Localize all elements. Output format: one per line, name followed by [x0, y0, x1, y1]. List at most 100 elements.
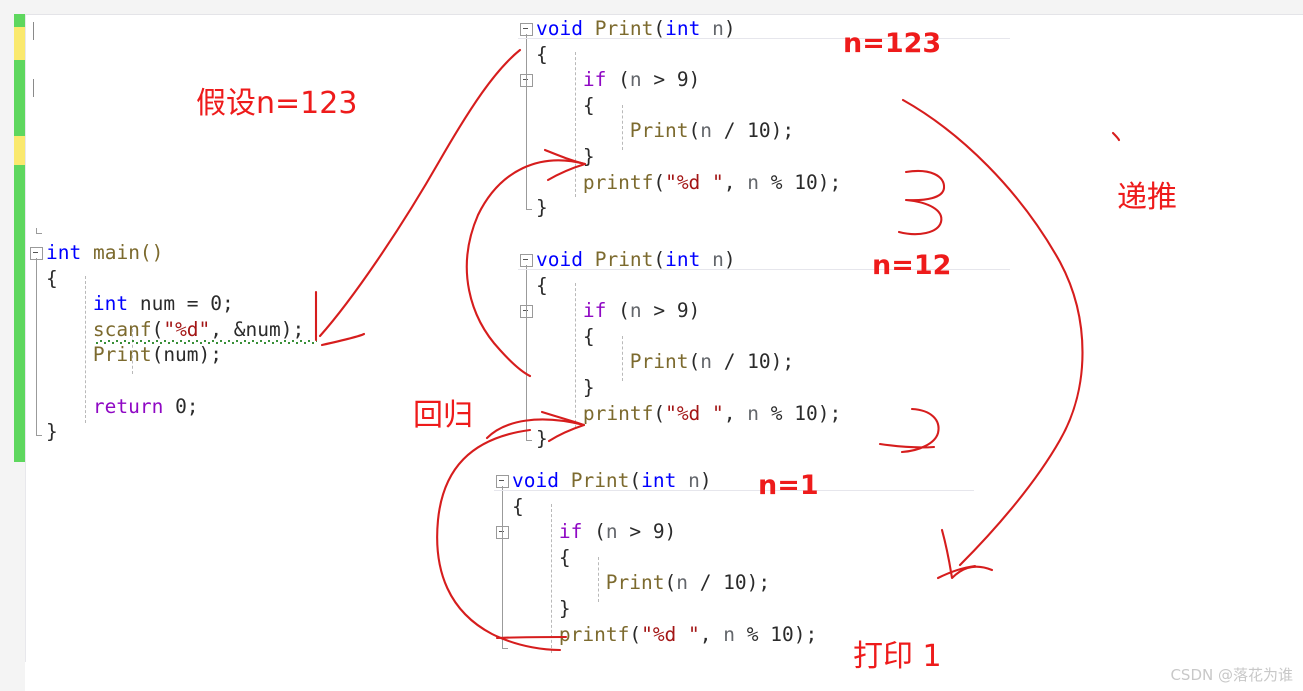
- change-bar-segment: [14, 60, 25, 120]
- text-caret-second: [33, 79, 34, 97]
- code-line[interactable]: }: [559, 596, 571, 622]
- code-line[interactable]: if (n > 9): [583, 298, 700, 324]
- code-token: if: [582, 68, 607, 92]
- code-line[interactable]: return 0;: [93, 394, 199, 420]
- code-token: }: [536, 196, 548, 220]
- code-token: % 10);: [759, 401, 842, 425]
- annotation-print-one: 打印 1: [853, 639, 942, 674]
- code-token: (: [653, 401, 666, 425]
- code-token: (: [606, 68, 630, 92]
- code-token: (num);: [151, 343, 223, 367]
- change-bar-segment: [14, 27, 25, 60]
- code-token: (: [664, 571, 677, 595]
- code-token: (: [629, 622, 642, 646]
- code-token: Print: [582, 17, 654, 40]
- code-line[interactable]: {: [559, 545, 571, 571]
- code-token: }: [558, 597, 571, 620]
- code-line[interactable]: }: [536, 426, 548, 452]
- indent-guide: [502, 486, 503, 648]
- code-token: / 10);: [687, 571, 771, 595]
- code-line[interactable]: printf("%d ", n % 10);: [583, 170, 841, 196]
- code-token: (: [606, 299, 630, 323]
- change-bar-segment: [14, 14, 25, 27]
- annotation-return: 回归: [413, 398, 473, 433]
- function-separator-line: [494, 489, 974, 491]
- code-line[interactable]: printf("%d ", n % 10);: [583, 401, 841, 427]
- change-bar-segment: [14, 136, 25, 165]
- code-token: "%d ": [665, 170, 724, 194]
- code-line[interactable]: int num = 0;: [93, 291, 234, 317]
- screenshot-root: int main(){int num = 0; scanf("%d", &num)…: [0, 0, 1303, 691]
- code-line[interactable]: Print(num);: [93, 342, 222, 368]
- code-token: n: [688, 469, 700, 492]
- code-token: if: [558, 520, 583, 544]
- code-line[interactable]: {: [583, 93, 595, 119]
- code-token: {: [582, 324, 595, 348]
- change-bar-segment: [14, 120, 25, 136]
- editor-bottom-area: [25, 662, 1303, 691]
- code-token: (: [653, 248, 666, 271]
- code-token: int: [46, 241, 82, 264]
- code-token: ): [699, 469, 712, 492]
- annotation-assume-n: 假设n=123: [196, 86, 358, 121]
- code-token: (: [688, 119, 701, 143]
- code-token: if: [582, 299, 607, 323]
- code-token: }: [46, 420, 58, 444]
- code-token: ,: [723, 401, 748, 425]
- code-line[interactable]: {: [536, 273, 548, 299]
- code-token: Print: [629, 119, 689, 143]
- code-token: }: [582, 376, 595, 399]
- code-line[interactable]: {: [512, 494, 524, 520]
- indent-guide-dashed: [597, 556, 599, 602]
- code-token: n: [700, 119, 712, 143]
- code-token: }: [536, 427, 548, 451]
- code-line[interactable]: if (n > 9): [583, 67, 700, 93]
- code-token: int: [92, 292, 129, 316]
- indent-guide-dashed: [574, 51, 576, 198]
- code-line[interactable]: printf("%d ", n % 10);: [559, 622, 817, 648]
- indent-guide-corner: [36, 228, 42, 234]
- code-token: (: [629, 469, 642, 492]
- code-line[interactable]: int main(): [46, 240, 163, 266]
- code-token: % 10);: [759, 170, 842, 194]
- code-token: n: [747, 170, 760, 194]
- code-line[interactable]: if (n > 9): [559, 519, 676, 545]
- code-token: num = 0;: [128, 292, 234, 316]
- code-token: ): [723, 17, 736, 40]
- code-token: Print: [92, 343, 152, 367]
- code-line[interactable]: }: [583, 144, 595, 170]
- code-token: / 10);: [711, 119, 795, 143]
- text-caret-top: [33, 22, 34, 40]
- code-line[interactable]: {: [536, 42, 548, 68]
- code-line[interactable]: {: [46, 266, 58, 292]
- annotation-n-12: n=12: [872, 250, 952, 281]
- code-line[interactable]: Print(n / 10);: [606, 570, 770, 596]
- code-token: Print: [558, 469, 630, 492]
- code-line[interactable]: }: [536, 195, 548, 221]
- code-line[interactable]: {: [583, 324, 595, 350]
- code-line[interactable]: scanf("%d", &num);: [93, 317, 304, 343]
- code-line[interactable]: }: [583, 375, 595, 401]
- code-token: > 9): [641, 68, 701, 92]
- code-token: int: [665, 17, 701, 40]
- code-token: {: [512, 494, 524, 518]
- annotation-recurse: 递推: [1117, 180, 1177, 215]
- code-token: n: [723, 622, 736, 646]
- code-token: , &num);: [210, 317, 305, 341]
- code-token: void: [536, 248, 583, 271]
- code-token: / 10);: [711, 350, 795, 374]
- indent-guide-corner: [526, 435, 532, 442]
- code-token: "%d": [163, 317, 211, 341]
- code-line[interactable]: }: [46, 419, 58, 445]
- code-line[interactable]: Print(n / 10);: [630, 349, 794, 375]
- code-token: (: [151, 317, 164, 341]
- code-token: scanf: [92, 317, 152, 341]
- code-token: ,: [699, 622, 724, 646]
- code-line[interactable]: Print(n / 10);: [630, 118, 794, 144]
- code-token: "%d ": [665, 401, 724, 425]
- code-token: printf: [582, 170, 654, 194]
- indent-guide: [526, 265, 527, 441]
- code-token: n: [712, 248, 724, 271]
